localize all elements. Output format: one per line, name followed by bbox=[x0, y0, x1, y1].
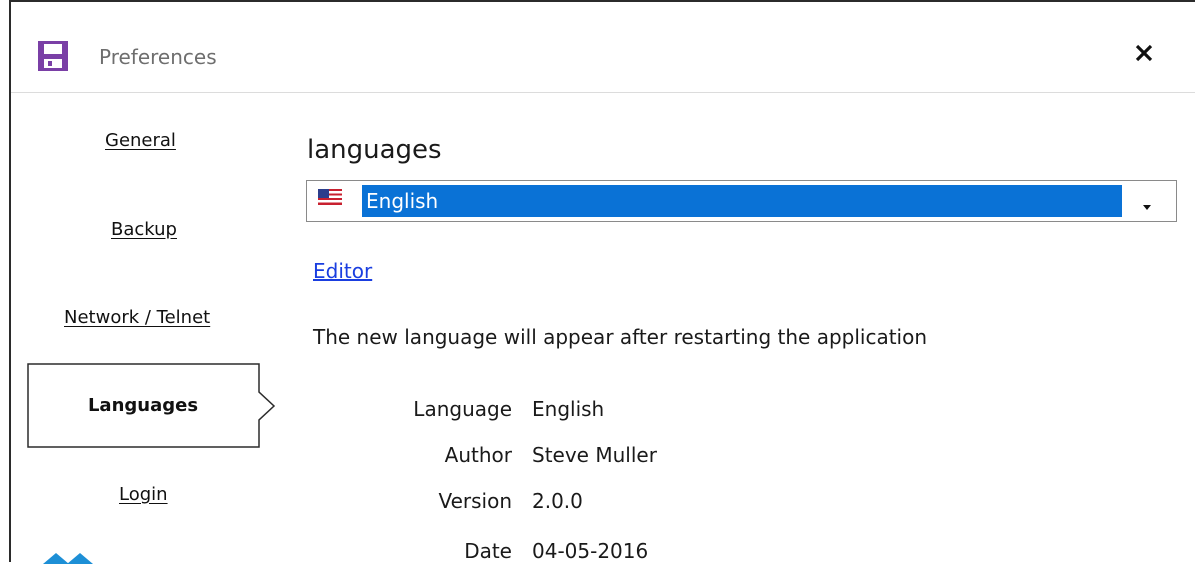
floppy-disk-icon bbox=[36, 39, 70, 73]
language-select[interactable]: English bbox=[306, 180, 1177, 222]
info-label-language: Language bbox=[413, 397, 512, 421]
info-value-author: Steve Muller bbox=[532, 443, 657, 467]
chevron-down-icon[interactable] bbox=[1142, 197, 1152, 210]
nav-item-general[interactable]: General bbox=[105, 130, 176, 151]
window-title: Preferences bbox=[99, 45, 217, 69]
info-label-version: Version bbox=[438, 489, 512, 513]
nav-item-login[interactable]: Login bbox=[119, 484, 168, 505]
info-label-date: Date bbox=[464, 539, 512, 563]
nav-item-backup[interactable]: Backup bbox=[111, 219, 177, 240]
info-value-language: English bbox=[532, 397, 605, 421]
close-button[interactable] bbox=[1129, 38, 1159, 68]
section-title: languages bbox=[307, 135, 442, 165]
nav-item-network-telnet[interactable]: Network / Telnet bbox=[64, 307, 210, 328]
nav-item-languages-label: Languages bbox=[87, 395, 199, 416]
preferences-window: Preferences General Backup Network / Tel… bbox=[9, 0, 1195, 564]
language-select-value: English bbox=[362, 185, 1122, 217]
title-bar: Preferences bbox=[11, 2, 1195, 93]
app-logo bbox=[39, 547, 99, 564]
restart-note: The new language will appear after resta… bbox=[313, 325, 928, 349]
close-icon bbox=[1135, 44, 1153, 62]
info-value-date: 04-05-2016 bbox=[532, 539, 649, 563]
info-label-author: Author bbox=[444, 443, 512, 467]
editor-link[interactable]: Editor bbox=[313, 259, 372, 283]
nav-item-languages[interactable]: Languages bbox=[27, 363, 276, 448]
info-value-version: 2.0.0 bbox=[532, 489, 583, 513]
us-flag-icon bbox=[318, 189, 342, 205]
